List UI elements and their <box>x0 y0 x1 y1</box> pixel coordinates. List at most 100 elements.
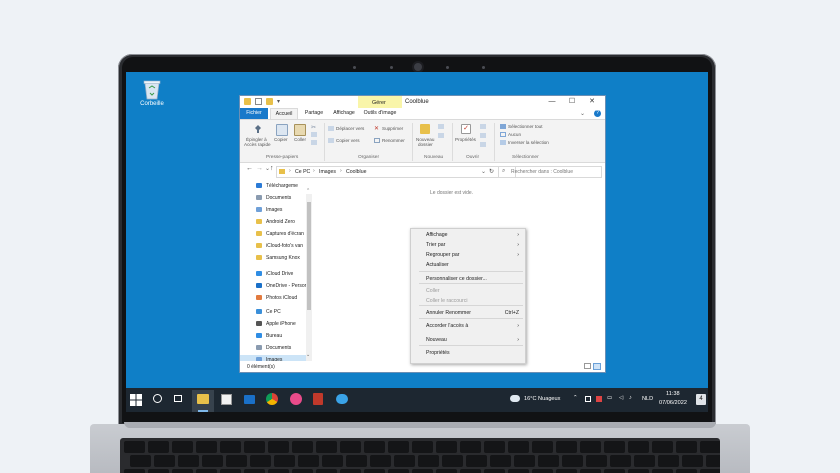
notification-center-icon[interactable]: 4 <box>696 394 706 405</box>
copy-icon[interactable] <box>276 124 288 136</box>
delete-button[interactable]: Supprimer <box>382 126 403 131</box>
manage-tab-label: Gérer <box>372 100 386 106</box>
invert-selection-button[interactable]: Inverser la sélection <box>508 140 549 145</box>
ribbon-collapse-icon[interactable]: ⌄ <box>580 110 585 117</box>
clock-date[interactable]: 07/06/2022 <box>659 400 687 406</box>
back-arrow-icon[interactable]: ← <box>246 165 253 172</box>
open-icon[interactable] <box>480 124 486 129</box>
chrome-icon[interactable] <box>266 393 278 405</box>
new-folder-quick-icon[interactable] <box>266 98 273 105</box>
nav-item[interactable]: Documents <box>240 193 312 203</box>
easy-access-icon[interactable] <box>438 133 444 138</box>
move-to-button[interactable]: Déplacer vers <box>336 126 364 131</box>
search-box[interactable]: ⌕ Rechercher dans : Coolblue <box>498 166 602 178</box>
nav-item[interactable]: Ce PC <box>240 307 312 317</box>
breadcrumb-images[interactable]: Images <box>319 169 336 175</box>
breadcrumb-this-pc[interactable]: Ce PC <box>295 169 310 175</box>
forward-arrow-icon[interactable]: → <box>256 165 263 172</box>
nav-item[interactable]: Android Zero <box>240 217 312 227</box>
address-dropdown-icon[interactable]: ⌄ <box>481 168 486 175</box>
new-item-icon[interactable] <box>438 124 444 129</box>
nav-item[interactable]: OneDrive - Person <box>240 281 312 291</box>
properties-icon[interactable]: ✓ <box>461 124 471 134</box>
scroll-down-icon[interactable]: ⌄ <box>306 352 310 358</box>
copy-to-button[interactable]: Copier vers <box>336 138 360 143</box>
context-menu-item[interactable]: Trier par › <box>411 240 525 250</box>
search-circle-icon[interactable] <box>153 394 162 403</box>
task-view-icon[interactable] <box>174 395 182 402</box>
edit-icon[interactable] <box>480 133 486 138</box>
mail-icon[interactable] <box>244 395 255 404</box>
keyboard-key <box>346 455 367 467</box>
large-icons-view-icon[interactable] <box>593 363 601 370</box>
nav-item[interactable]: Photos iCloud <box>240 293 312 303</box>
nav-item[interactable]: Documents <box>240 343 312 353</box>
tab-file[interactable]: Fichier <box>240 108 268 119</box>
copy-path-icon[interactable] <box>311 132 317 137</box>
tray-app-icon[interactable] <box>596 396 602 402</box>
refresh-icon[interactable]: ↻ <box>489 168 494 175</box>
clock-time[interactable]: 11:38 <box>666 391 680 397</box>
context-menu-item[interactable]: Actualiser <box>411 260 525 270</box>
help-icon[interactable]: ? <box>594 110 601 117</box>
paste-icon[interactable] <box>294 124 306 136</box>
tab-home[interactable]: Accueil <box>270 108 298 119</box>
history-icon[interactable] <box>480 142 486 147</box>
minimize-button[interactable]: — <box>544 97 560 107</box>
quick-access-dropdown-icon[interactable]: ▾ <box>277 98 280 105</box>
paste-label: Coller <box>294 137 306 142</box>
maximize-button[interactable]: ☐ <box>564 97 580 107</box>
breadcrumb-coolblue[interactable]: Coolblue <box>346 169 366 175</box>
nav-item[interactable]: Téléchargeme <box>240 181 312 191</box>
context-menu-item[interactable]: Regrouper par › <box>411 250 525 260</box>
keyboard-key <box>340 469 361 473</box>
nav-item[interactable]: Bureau <box>240 331 312 341</box>
weather-text[interactable]: 16°C Nuageux <box>524 396 560 402</box>
new-folder-icon[interactable] <box>420 124 430 134</box>
select-none-button[interactable]: Aucun <box>508 132 521 137</box>
store-icon[interactable] <box>221 394 232 405</box>
nav-item[interactable]: iCloud-foto's van <box>240 241 312 251</box>
context-menu-item[interactable]: Affichage › <box>411 230 525 240</box>
up-arrow-icon[interactable]: ↑ <box>270 165 274 172</box>
network-icon[interactable]: ▭ <box>607 395 612 401</box>
nav-item[interactable]: iCloud Drive <box>240 269 312 279</box>
address-bar[interactable]: › Ce PC › Images › Coolblue ⌄ ↻ <box>276 166 516 178</box>
nav-item[interactable]: Apple iPhone <box>240 319 312 329</box>
tab-picture-tools[interactable]: Outils d'image <box>360 108 400 119</box>
close-button[interactable]: ✕ <box>584 97 600 107</box>
keyboard-key <box>340 441 361 453</box>
context-menu-item[interactable]: Annuler Renommer Ctrl+Z <box>411 308 525 318</box>
recycle-bin-icon[interactable] <box>140 78 164 100</box>
paste-shortcut-icon[interactable] <box>311 140 317 145</box>
nav-item-label: Images <box>266 207 283 213</box>
speaker-icon[interactable]: ♪ <box>629 395 632 401</box>
tab-share[interactable]: Partage <box>298 108 330 119</box>
language-indicator[interactable]: NLD <box>642 396 653 402</box>
scroll-up-icon[interactable]: ⌃ <box>306 188 310 194</box>
nav-item[interactable]: Captures d'écran <box>240 229 312 239</box>
pin-quick-access-button[interactable] <box>252 124 264 138</box>
rename-button[interactable]: Renommer <box>382 138 405 143</box>
tray-icon[interactable] <box>585 396 591 402</box>
context-menu-item[interactable]: Nouveau › <box>411 335 525 345</box>
icloud-icon[interactable] <box>336 394 348 404</box>
volume-icon[interactable]: ◁ <box>619 395 623 401</box>
nav-scrollbar-thumb[interactable] <box>307 202 311 310</box>
nav-item[interactable]: Samsung Knox <box>240 253 312 263</box>
context-menu-item[interactable]: Personnaliser ce dossier... <box>411 274 525 284</box>
nav-item[interactable]: Images <box>240 205 312 215</box>
music-icon[interactable] <box>290 393 302 405</box>
tray-overflow-icon[interactable]: ⌃ <box>573 395 578 401</box>
select-all-button[interactable]: Sélectionner tout <box>508 124 542 129</box>
context-menu-item[interactable]: Accorder l'accès à › <box>411 321 525 331</box>
context-menu-item[interactable]: Propriétés <box>411 348 525 358</box>
app-icon[interactable] <box>313 393 323 405</box>
windows-start-icon[interactable] <box>130 394 142 406</box>
keyboard-key <box>628 441 649 453</box>
keyboard-key <box>202 455 223 467</box>
properties-quick-icon[interactable] <box>255 98 262 105</box>
cut-icon[interactable]: ✂ <box>311 124 316 131</box>
details-view-icon[interactable] <box>584 363 591 369</box>
tab-view[interactable]: Affichage <box>328 108 360 119</box>
